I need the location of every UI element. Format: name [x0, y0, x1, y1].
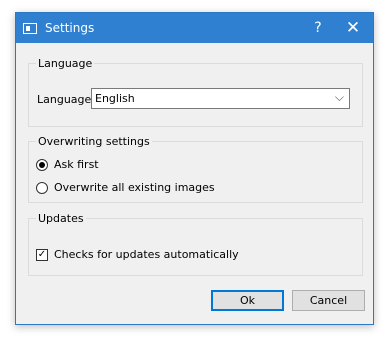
settings-dialog: Settings ? ✕ Language Language: English …	[15, 12, 374, 325]
updates-group-title: Updates	[36, 212, 86, 225]
app-window-icon	[23, 23, 37, 34]
radio-overwrite-all[interactable]: Overwrite all existing images	[36, 181, 215, 194]
radio-overwrite-all-control[interactable]	[36, 181, 48, 194]
language-select[interactable]: English ⌵	[91, 88, 350, 109]
radio-ask-first-label: Ask first	[54, 158, 99, 171]
title-bar[interactable]: Settings ? ✕	[16, 13, 373, 43]
auto-update-checkbox[interactable]: ✓	[36, 248, 48, 261]
radio-overwrite-all-label: Overwrite all existing images	[54, 181, 215, 194]
overwrite-group-title: Overwriting settings	[36, 135, 152, 148]
chevron-down-icon: ⌵	[334, 90, 344, 104]
overwrite-group: Overwriting settings Ask first Overwrite…	[28, 135, 363, 203]
language-group-title: Language	[36, 57, 95, 70]
window-title: Settings	[45, 21, 95, 35]
close-button[interactable]: ✕	[336, 13, 370, 43]
help-button[interactable]: ?	[301, 13, 335, 43]
ok-button[interactable]: Ok	[211, 290, 284, 311]
language-select-value: English	[95, 92, 135, 105]
cancel-button[interactable]: Cancel	[292, 290, 365, 311]
language-group: Language Language: English ⌵	[28, 57, 363, 127]
updates-group: Updates ✓ Checks for updates automatical…	[28, 212, 363, 276]
language-label: Language:	[37, 93, 95, 106]
auto-update-checkbox-row[interactable]: ✓ Checks for updates automatically	[36, 248, 239, 261]
radio-ask-first-control[interactable]	[36, 158, 48, 171]
auto-update-label: Checks for updates automatically	[54, 248, 239, 261]
radio-ask-first[interactable]: Ask first	[36, 158, 99, 171]
